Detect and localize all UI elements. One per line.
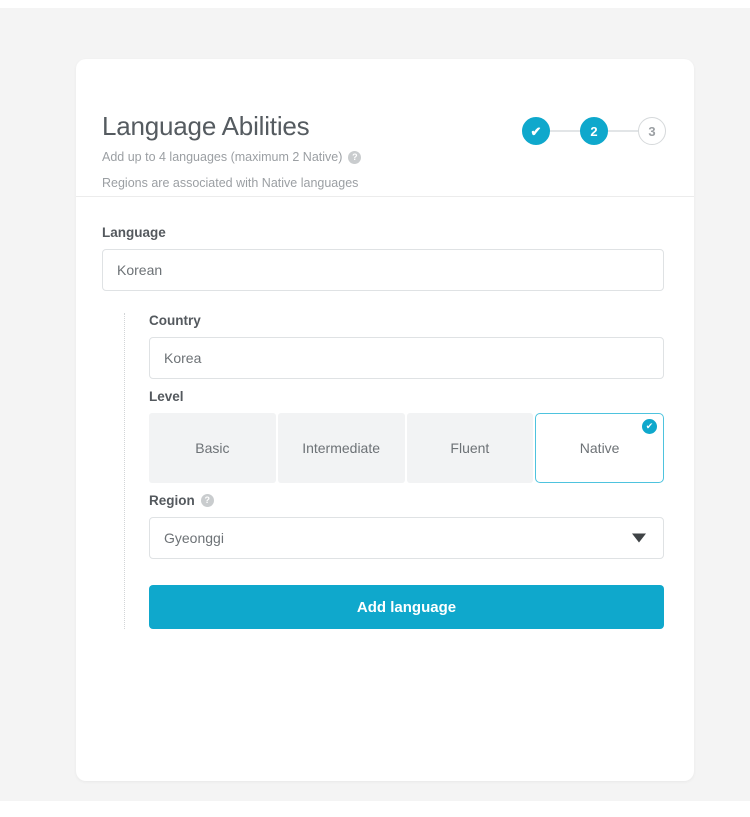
check-icon: ✔ [530, 123, 542, 139]
help-icon[interactable]: ? [200, 494, 214, 507]
card-body: Language Country Level Basic Intermediat… [76, 197, 694, 629]
region-label: Region ? [149, 493, 664, 508]
level-option-native[interactable]: Native ✔ [535, 413, 664, 483]
region-field-group: Region ? [149, 493, 664, 559]
step-2-active[interactable]: 2 [580, 117, 608, 145]
level-option-fluent[interactable]: Fluent [406, 413, 534, 483]
step-connector-2 [606, 130, 640, 132]
region-label-text: Region [149, 493, 195, 508]
level-option-intermediate[interactable]: Intermediate [277, 413, 405, 483]
nested-details-section: Country Level Basic Intermediate Fluent … [124, 313, 664, 629]
region-select-wrapper [149, 517, 664, 559]
level-option-basic[interactable]: Basic [149, 413, 276, 483]
step-connector-1 [548, 130, 582, 132]
level-label: Level [149, 389, 184, 404]
card-header: Language Abilities Add up to 4 languages… [76, 59, 694, 197]
language-abilities-card: Language Abilities Add up to 4 languages… [76, 59, 694, 781]
country-field-group: Country [149, 313, 664, 379]
step-indicator: ✔ 2 3 [522, 117, 666, 145]
level-options: Basic Intermediate Fluent Native ✔ [149, 413, 664, 483]
language-field-group: Language [102, 225, 664, 291]
region-select[interactable] [149, 517, 664, 559]
step-1-done[interactable]: ✔ [522, 117, 550, 145]
page-background: Language Abilities Add up to 4 languages… [0, 8, 750, 801]
step-3-todo[interactable]: 3 [638, 117, 666, 145]
subtitle-text: Add up to 4 languages (maximum 2 Native) [102, 150, 343, 164]
selected-check-icon: ✔ [642, 419, 657, 434]
level-field-group: Level Basic Intermediate Fluent Native ✔ [149, 389, 664, 483]
subtitle: Add up to 4 languages (maximum 2 Native)… [102, 149, 664, 165]
help-icon[interactable]: ? [348, 150, 362, 164]
country-input[interactable] [149, 337, 664, 379]
country-label: Country [149, 313, 201, 328]
language-label: Language [102, 225, 166, 240]
subtitle-note: Regions are associated with Native langu… [102, 176, 359, 190]
level-option-native-label: Native [579, 440, 620, 456]
language-input[interactable] [102, 249, 664, 291]
add-language-button[interactable]: Add language [149, 585, 664, 629]
